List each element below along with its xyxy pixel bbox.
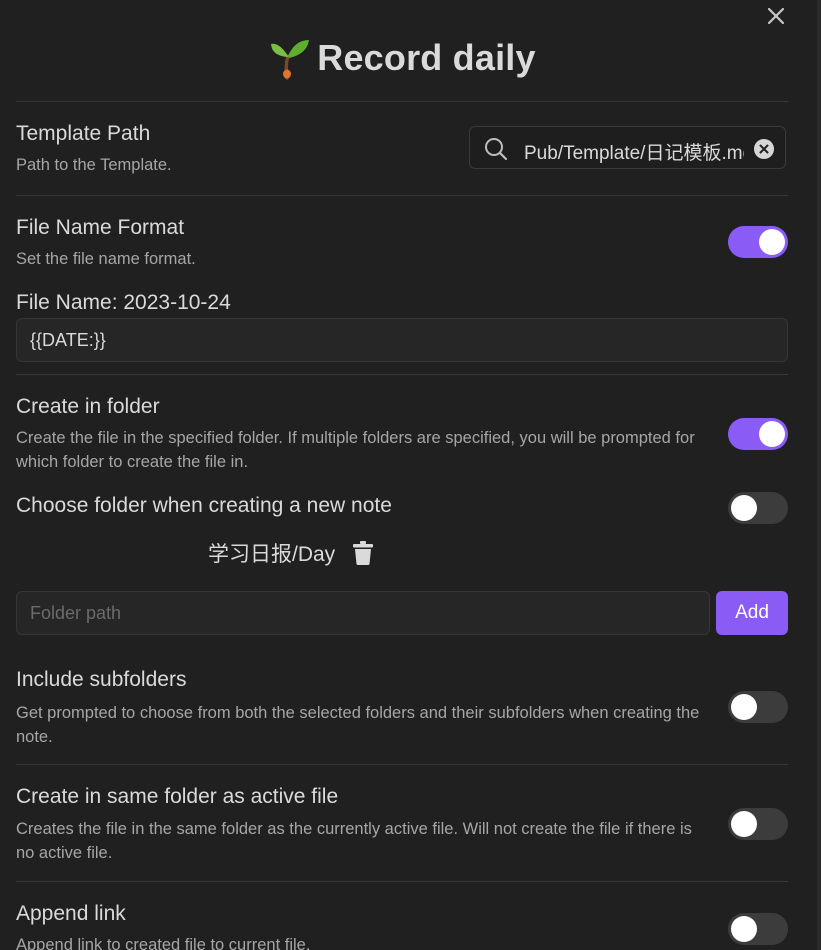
folder-list-item: 学习日报/Day (208, 538, 374, 568)
trash-icon (353, 541, 374, 565)
clear-search-button[interactable] (754, 139, 774, 159)
add-folder-button[interactable]: Add (716, 591, 788, 635)
create-in-folder-name: Create in folder (16, 395, 160, 418)
divider (16, 881, 788, 882)
folder-name: 学习日报/Day (208, 543, 336, 566)
toggle-knob (731, 495, 757, 521)
choose-folder-toggle[interactable] (728, 492, 788, 524)
same-folder-toggle[interactable] (728, 808, 788, 840)
file-name-preview: File Name: 2023-10-24 (16, 291, 231, 314)
toggle-knob (759, 421, 785, 447)
modal-title: Record daily (0, 32, 805, 84)
toggle-knob (731, 694, 757, 720)
append-link-desc: Append link to created file to current f… (16, 936, 311, 950)
delete-folder-button[interactable] (353, 541, 374, 565)
template-path-desc: Path to the Template. (16, 156, 172, 174)
toggle-knob (731, 811, 757, 837)
seedling-icon (271, 40, 310, 80)
divider (16, 195, 788, 196)
create-in-folder-toggle[interactable] (728, 418, 788, 450)
append-link-name: Append link (16, 902, 126, 925)
divider (16, 764, 788, 765)
search-icon (485, 138, 508, 161)
toggle-knob (759, 229, 785, 255)
template-path-name: Template Path (16, 122, 151, 145)
file-name-format-toggle[interactable] (728, 226, 788, 258)
include-subfolders-name: Include subfolders (16, 668, 187, 691)
file-name-format-name: File Name Format (16, 216, 185, 239)
template-path-input[interactable]: Pub/Template/日记模板.md (469, 126, 786, 169)
append-link-toggle[interactable] (728, 913, 788, 945)
close-button[interactable] (762, 2, 790, 30)
template-path-value[interactable]: Pub/Template/日记模板.md (524, 138, 744, 165)
divider (16, 101, 788, 102)
create-in-folder-desc: Create the file in the specified folder.… (16, 429, 695, 471)
file-name-format-desc: Set the file name format. (16, 250, 196, 268)
file-name-format-input[interactable]: {{DATE:}} (16, 318, 788, 362)
toggle-knob (731, 916, 757, 942)
same-folder-desc: Creates the file in the same folder as t… (16, 820, 692, 862)
divider (16, 374, 788, 375)
clear-icon (759, 144, 769, 154)
include-subfolders-desc: Get prompted to choose from both the sel… (16, 704, 700, 746)
close-icon (767, 7, 785, 25)
choose-folder-name: Choose folder when creating a new note (16, 494, 392, 517)
same-folder-name: Create in same folder as active file (16, 785, 339, 808)
include-subfolders-toggle[interactable] (728, 691, 788, 723)
scrollbar[interactable] (817, 0, 821, 950)
modal-title-text: Record daily (317, 37, 536, 78)
settings-modal: Record daily Template Path Path to the T… (0, 0, 821, 950)
folder-path-input[interactable]: Folder path (16, 591, 710, 635)
